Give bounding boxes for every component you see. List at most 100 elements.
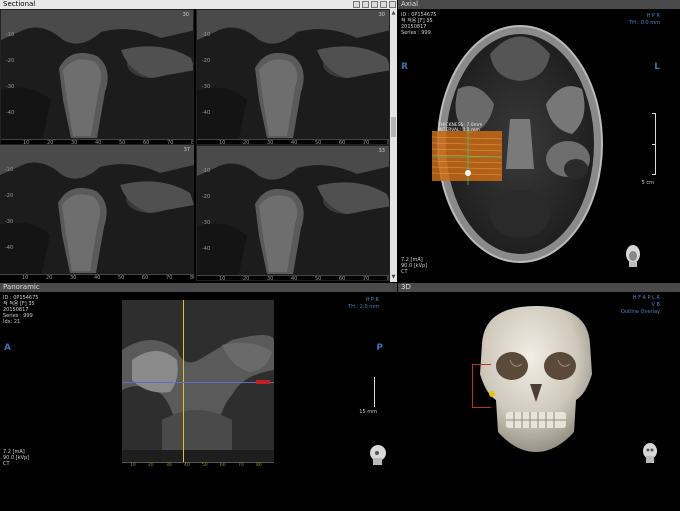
bottom-tick-label: 40 [291,276,298,281]
left-tick-label: -30 [5,219,14,225]
panoramic-bottom-ruler: 10 20 30 40 50 60 70 80 [122,462,274,469]
axial-view[interactable]: THICKNESS: 7.0mm INTERVAL: 0.5 mm ID : 0… [398,9,680,282]
left-tick-label: -10 [202,32,211,38]
head-icon-graphic [626,245,640,267]
left-tick-label: -30 [6,84,15,90]
sectional-view-1[interactable]: -10-20-30-40102030405060708030 [0,9,194,145]
window-button-a[interactable] [353,1,360,8]
axial-title: Axial [401,0,419,8]
bottom-tick-label: 40 [94,275,101,281]
head-3d-graphic [643,443,657,463]
left-tick-label: -20 [6,58,15,64]
slice-index-label: 33 [378,148,385,154]
sectional-title-bar: Sectional [0,0,397,9]
sectional-ct-graphic [197,146,389,280]
left-tick-label: -10 [202,168,211,174]
axial-scale-label: 5 cm [641,180,654,186]
volume3d-orientation-sub: V B [651,302,660,308]
volume3d-title-bar: 3D [398,283,680,292]
horizontal-crosshair[interactable] [122,382,274,383]
bottom-tick-label: 10 [22,275,29,281]
panoramic-idx: Idx: 21 [3,319,21,325]
overlay-interval-label: INTERVAL: 0.5 mm [438,128,480,133]
left-tick-label: -30 [202,84,211,90]
axial-left-marker: L [654,62,660,72]
axial-modality: CT [401,269,408,275]
bottom-tick-label: 70 [166,275,173,281]
bottom-tick-label: 20 [243,276,250,281]
bottom-ruler: 1020304050607080 [197,275,389,281]
bottom-blank-area [0,472,680,511]
sectional-view-3[interactable]: -10 -20 -30 -40 10 20 30 40 50 60 70 80 37 [0,145,194,281]
slice-index-label: 30 [378,12,385,18]
bottom-tick-label: 50 [118,275,125,281]
panoramic-exposure-info: 7.2 [mA] 90.0 [kVp] CT [3,449,29,467]
panoramic-thickness: TH : 2.0 mm [348,304,379,310]
sectional-ct-graphic [197,10,389,144]
panoramic-scale-label: 15 mm [359,409,377,415]
crosshair-marker [256,380,270,384]
panoramic-tick-label: 50 [202,463,208,468]
window-button-d[interactable] [380,1,387,8]
panoramic-posterior-marker: P [376,343,383,353]
scroll-thumb[interactable] [391,117,396,137]
left-tick-label: -40 [202,246,211,252]
panoramic-tick-label: 60 [220,463,226,468]
slice-overlay[interactable] [431,127,503,185]
axial-orientation: H P R [646,13,660,19]
scroll-up-icon[interactable]: ▲ [391,10,396,16]
left-tick-label: -20 [202,58,211,64]
left-tick-label: -10 [6,32,15,38]
panoramic-scale-bar [371,377,375,407]
close-window-button[interactable] [389,1,396,8]
window-button-c[interactable] [371,1,378,8]
panoramic-tick-label: 10 [130,463,136,468]
panoramic-tick-label: 70 [238,463,244,468]
window-button-b[interactable] [362,1,369,8]
axial-scale-bar [652,113,656,175]
panoramic-tick-label: 40 [184,463,190,468]
head-side-icon[interactable] [369,444,387,466]
head-3d-icon[interactable] [642,442,658,464]
bottom-ruler: 1020304050607080 [0,274,194,281]
axial-right-marker: R [401,62,408,72]
bottom-tick-label: 10 [219,276,226,281]
bottom-tick-label: 70 [363,276,370,281]
volume3d-orientation: H F A P L R [632,295,660,301]
bottom-tick-label: 80 [190,275,194,281]
region-outline [472,364,491,408]
volume3d-view[interactable]: H F A P L R V B Outline Overlay [398,292,680,472]
bottom-tick-label: 30 [70,275,77,281]
bottom-tick-label: 60 [142,275,149,281]
sectional-view-2[interactable]: -10-20-30-40102030405060708030 [196,9,390,145]
panoramic-ct-graphic [122,300,274,462]
sectional-ct-graphic [0,145,194,281]
head-orientation-icon[interactable] [624,243,642,267]
sectional-scrollbar[interactable]: ▲ ▼ [390,9,397,282]
left-tick-label: -20 [202,194,211,200]
vertical-crosshair[interactable] [183,300,184,462]
panoramic-view[interactable]: ID : 0P154675 적 적용 [F] 35 20150817 Serie… [0,292,397,472]
left-tick-label: -40 [6,110,15,116]
panoramic-modality: CT [3,461,10,467]
left-tick-label: -40 [202,110,211,116]
panoramic-patient-info: ID : 0P154675 적 적용 [F] 35 20150817 Serie… [3,295,38,325]
scroll-down-icon[interactable]: ▼ [391,274,396,280]
sectional-ct-graphic [1,10,193,144]
panoramic-image[interactable] [122,300,274,462]
bottom-tick-label: 30 [267,276,274,281]
panoramic-tick-label: 30 [166,463,172,468]
panoramic-anterior-marker: A [4,343,11,353]
bottom-tick-label: 60 [339,276,346,281]
left-tick-label: -20 [5,193,14,199]
left-tick-label: -40 [5,245,14,251]
sectional-view-4[interactable]: -10-20-30-40102030405060708033 [196,145,390,281]
sectional-title: Sectional [3,0,36,8]
panoramic-tick-label: 80 [256,463,262,468]
volume3d-mode: Outline Overlay [620,309,660,315]
volume3d-title: 3D [401,283,411,291]
axial-patient-info: ID : 0P154675 적 적용 [F] 35 20150817 Serie… [401,12,436,36]
panoramic-title: Panoramic [3,283,40,291]
axial-series: Series : 999 [401,30,431,36]
bottom-tick-label: 50 [315,276,322,281]
